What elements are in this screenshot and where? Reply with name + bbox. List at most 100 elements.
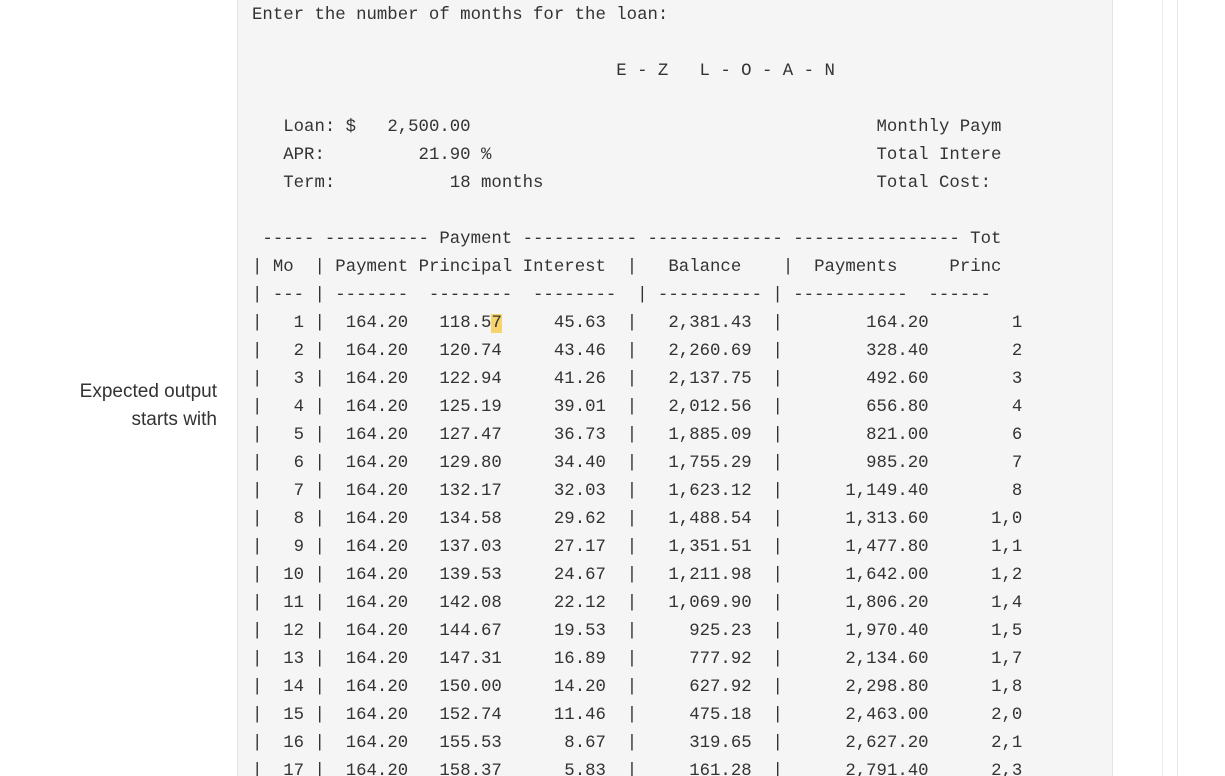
cell-payment: 164.20 bbox=[335, 678, 409, 697]
cell-payments: 492.60 bbox=[824, 370, 929, 389]
expected-output-label-line1: Expected output bbox=[79, 381, 217, 402]
cell-payments: 1,642.00 bbox=[824, 566, 929, 585]
expected-output-label-line2: starts with bbox=[131, 409, 217, 430]
cell-mo: 7 bbox=[272, 482, 305, 501]
cell-principal: 132.17 bbox=[439, 482, 502, 501]
table-row: | 7 | 164.20 132.17 32.03 | 1,623.12 | 1… bbox=[252, 482, 1023, 501]
cell-payments: 2,463.00 bbox=[824, 706, 929, 725]
cell-princ: 1,7 bbox=[970, 650, 1023, 669]
cell-principal: 120.74 bbox=[439, 342, 502, 361]
apr-value: 21.90 % bbox=[418, 146, 492, 165]
cell-payment: 164.20 bbox=[335, 594, 409, 613]
cell-payments: 2,627.20 bbox=[824, 734, 929, 753]
cell-principal: 150.00 bbox=[439, 678, 502, 697]
cell-principal: 142.08 bbox=[439, 594, 502, 613]
cell-interest: 8.67 bbox=[543, 734, 606, 753]
cell-princ: 1,0 bbox=[970, 510, 1023, 529]
cell-interest: 27.17 bbox=[543, 538, 606, 557]
cell-princ: 2,0 bbox=[970, 706, 1023, 725]
cell-balance: 925.23 bbox=[668, 622, 752, 641]
cell-payment: 164.20 bbox=[335, 426, 409, 445]
console-output: Enter the number of months for the loan:… bbox=[252, 2, 1022, 776]
cell-principal: 122.94 bbox=[439, 370, 502, 389]
cell-princ: 1,5 bbox=[970, 622, 1023, 641]
cell-princ: 1,2 bbox=[970, 566, 1023, 585]
cell-payments: 1,313.60 bbox=[824, 510, 929, 529]
cell-principal: 134.58 bbox=[439, 510, 502, 529]
cell-interest: 41.26 bbox=[543, 370, 606, 389]
table-row: | 16 | 164.20 155.53 8.67 | 319.65 | 2,6… bbox=[252, 734, 1023, 753]
cell-payment: 164.20 bbox=[335, 650, 409, 669]
cell-balance: 627.92 bbox=[668, 678, 752, 697]
cell-payment: 164.20 bbox=[335, 370, 409, 389]
cell-payment: 164.20 bbox=[335, 734, 409, 753]
cell-payments: 2,134.60 bbox=[824, 650, 929, 669]
cell-principal: 127.47 bbox=[439, 426, 502, 445]
cell-payment: 164.20 bbox=[335, 566, 409, 585]
app-title-line: E - Z L - O - A - N bbox=[252, 58, 1022, 86]
col-payments: Payments bbox=[814, 258, 898, 277]
divider bbox=[1177, 0, 1178, 776]
expected-output-panel[interactable]: Enter the number of months for the loan:… bbox=[237, 0, 1113, 776]
divider bbox=[1162, 0, 1163, 776]
cell-princ: 1,4 bbox=[970, 594, 1023, 613]
cell-mo: 1 bbox=[272, 314, 305, 333]
cell-payment: 164.20 bbox=[335, 538, 409, 557]
cell-interest: 5.83 bbox=[543, 762, 606, 776]
table-row: | 6 | 164.20 129.80 34.40 | 1,755.29 | 9… bbox=[252, 454, 1023, 473]
table-row: | 17 | 164.20 158.37 5.83 | 161.28 | 2,7… bbox=[252, 758, 1022, 776]
cell-mo: 13 bbox=[272, 650, 305, 669]
cell-balance: 1,069.90 bbox=[668, 594, 752, 613]
cell-mo: 12 bbox=[272, 622, 305, 641]
cell-payment: 164.20 bbox=[335, 342, 409, 361]
page: Expected output starts with Enter the nu… bbox=[0, 0, 1225, 776]
cell-payment: 164.20 bbox=[335, 762, 409, 776]
table-row: | 15 | 164.20 152.74 11.46 | 475.18 | 2,… bbox=[252, 706, 1023, 725]
cell-interest: 11.46 bbox=[543, 706, 606, 725]
cell-balance: 2,137.75 bbox=[668, 370, 752, 389]
cell-balance: 2,381.43 bbox=[668, 314, 752, 333]
cell-mo: 14 bbox=[272, 678, 305, 697]
cell-principal: 139.53 bbox=[439, 566, 502, 585]
payment-group-label: Payment bbox=[439, 230, 513, 249]
cell-payments: 656.80 bbox=[824, 398, 929, 417]
apr-line: APR: 21.90 % Total Intere bbox=[252, 142, 1022, 170]
text-cursor-highlight: 7 bbox=[491, 314, 502, 333]
cell-mo: 5 bbox=[272, 426, 305, 445]
col-interest: Interest bbox=[522, 258, 606, 277]
table-row: | 5 | 164.20 127.47 36.73 | 1,885.09 | 8… bbox=[252, 426, 1023, 445]
table-row: | 9 | 164.20 137.03 27.17 | 1,351.51 | 1… bbox=[252, 538, 1023, 557]
prompt-line: Enter the number of months for the loan: bbox=[252, 2, 1022, 30]
cell-mo: 8 bbox=[272, 510, 305, 529]
cell-mo: 15 bbox=[272, 706, 305, 725]
cell-princ: 1 bbox=[970, 314, 1023, 333]
cell-princ: 4 bbox=[970, 398, 1023, 417]
cell-payments: 1,970.40 bbox=[824, 622, 929, 641]
cell-mo: 2 bbox=[272, 342, 305, 361]
table-row: | 1 | 164.20 118.57 45.63 | 2,381.43 | 1… bbox=[252, 314, 1023, 333]
cell-interest: 34.40 bbox=[543, 454, 606, 473]
cell-mo: 10 bbox=[272, 566, 305, 585]
cell-payment: 164.20 bbox=[335, 510, 409, 529]
cell-interest: 29.62 bbox=[543, 510, 606, 529]
cell-interest: 19.53 bbox=[543, 622, 606, 641]
cell-balance: 1,211.98 bbox=[668, 566, 752, 585]
cell-interest: 32.03 bbox=[543, 482, 606, 501]
cell-mo: 3 bbox=[272, 370, 305, 389]
cell-balance: 1,351.51 bbox=[668, 538, 752, 557]
cell-principal: 125.19 bbox=[439, 398, 502, 417]
cell-princ: 2,1 bbox=[970, 734, 1023, 753]
cell-princ: 7 bbox=[970, 454, 1023, 473]
table-row: | 14 | 164.20 150.00 14.20 | 627.92 | 2,… bbox=[252, 678, 1023, 697]
table-row: | 13 | 164.20 147.31 16.89 | 777.92 | 2,… bbox=[252, 650, 1023, 669]
loan-line: Loan: $ 2,500.00 Monthly Paym bbox=[252, 114, 1022, 142]
cell-balance: 1,885.09 bbox=[668, 426, 752, 445]
col-princ: Princ bbox=[949, 258, 1002, 277]
cell-balance: 475.18 bbox=[668, 706, 752, 725]
cell-balance: 319.65 bbox=[668, 734, 752, 753]
cell-mo: 16 bbox=[272, 734, 305, 753]
cell-mo: 4 bbox=[272, 398, 305, 417]
